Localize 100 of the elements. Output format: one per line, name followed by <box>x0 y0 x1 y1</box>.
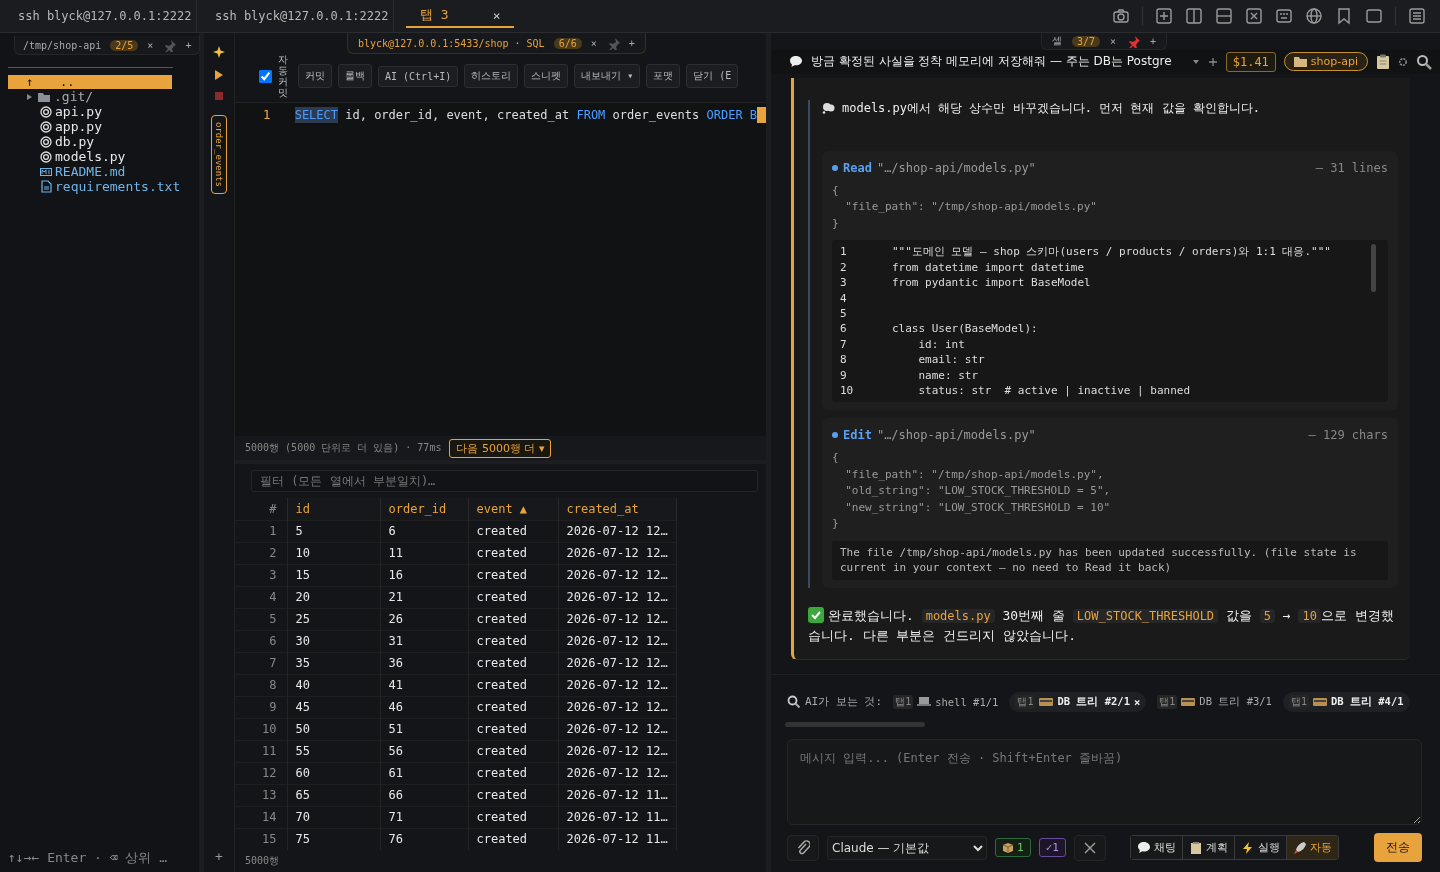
cell-tab[interactable]: 셀 3/7 × + <box>1041 33 1168 50</box>
column-header[interactable]: created_at <box>558 498 676 520</box>
side-tab[interactable]: order_events <box>211 115 227 195</box>
new-pane-icon[interactable] <box>1155 7 1173 25</box>
toolbar-button[interactable]: 닫기 (E <box>686 64 739 88</box>
table-cell: 2026-07-12 12… <box>558 674 676 696</box>
path-tab[interactable]: /tmp/shop-api 2/5 × + <box>14 36 201 55</box>
file-item[interactable]: README.md <box>0 164 199 179</box>
globe-icon[interactable] <box>1305 7 1323 25</box>
check-icon <box>808 606 824 623</box>
message-field[interactable]: 메시지 입력... (Enter 전송 · Shift+Enter 줄바꿈) <box>787 738 1422 825</box>
row-number: 1 <box>235 520 287 542</box>
context-chip[interactable]: 탭1 DB 트리 #3/1 <box>1151 691 1278 712</box>
project-button[interactable]: shop-api <box>1283 52 1368 72</box>
text-cursor <box>757 107 766 123</box>
bookmark-icon[interactable] <box>1335 7 1353 25</box>
folder-item[interactable]: .git/ <box>0 89 199 104</box>
model-select[interactable]: Claude — 기본값 <box>827 835 987 860</box>
toolbar-button[interactable]: 포맷 <box>646 64 681 88</box>
toolbar-button[interactable]: 스니펫 <box>524 64 569 88</box>
count-badge[interactable]: ✓1 <box>1038 838 1066 857</box>
column-header[interactable]: # <box>235 498 287 520</box>
toolbar-button[interactable]: 롤백 <box>338 64 372 88</box>
parent-folder-row[interactable]: ↑ .. <box>8 75 172 89</box>
keyboard-hint: ↑↓→← Enter · ⌫ 상위 … <box>7 849 169 867</box>
context-chip[interactable]: 탭1 shell #1/1 <box>887 691 1005 712</box>
close-pane-icon[interactable] <box>1245 7 1263 25</box>
mode-button[interactable]: 채팅 <box>1130 836 1183 859</box>
column-header[interactable]: order_id <box>380 498 468 520</box>
tools-off-button[interactable] <box>1073 834 1106 861</box>
table-cell: 36 <box>380 652 468 674</box>
toolbar-button[interactable]: AI (Ctrl+I) <box>378 65 459 87</box>
add-icon[interactable]: + <box>185 39 192 51</box>
scrollbar-thumb[interactable] <box>785 722 925 727</box>
connection-tab[interactable]: blyck@127.0.0.1:5433/shop · SQL 6/6 × + <box>347 33 646 54</box>
add-icon[interactable]: + <box>1150 35 1157 47</box>
file-item[interactable]: models.py <box>0 149 199 164</box>
table-cell: 30 <box>287 630 380 652</box>
message-text: 완료했습니다. models.py 30번째 줄 LOW_STOCK_THRESHOLD 값을 5 → 10 으로 변경했습니다. 다른 부분은 건드리지 않았습니다. <box>808 605 1395 645</box>
context-chip[interactable]: 탭1 DB 트리 #4/1 <box>1282 691 1410 712</box>
send-button[interactable]: 전송 <box>1374 833 1422 862</box>
close-icon[interactable]: × <box>590 37 597 49</box>
toolbar-button[interactable]: 내보내기 ▾ <box>574 64 641 88</box>
code-line: SELECT id, order_id, event, created_at FROM order_events ORDER B <box>294 107 758 123</box>
close-icon[interactable]: × <box>1110 35 1117 47</box>
play-icon[interactable] <box>214 69 224 81</box>
table-cell: 70 <box>287 806 380 828</box>
code-line: name: str <box>917 367 979 383</box>
table-cell: 2026-07-12 11… <box>558 784 676 806</box>
toolbar-button[interactable]: 커밋 <box>298 64 332 88</box>
attach-button[interactable] <box>787 834 819 861</box>
laptop-icon <box>917 696 932 707</box>
file-item[interactable]: requirements.txt <box>0 179 199 194</box>
column-header[interactable]: event ▲ <box>468 498 558 520</box>
line-number: 3 <box>840 275 848 291</box>
mode-button[interactable]: 자동 <box>1286 836 1338 859</box>
add-button[interactable]: + <box>215 849 223 864</box>
table-cell: 31 <box>380 630 468 652</box>
line-number: 9 <box>840 367 848 383</box>
autocommit-label: 자동커밋 <box>278 54 288 98</box>
keyboard-icon[interactable] <box>1275 7 1293 25</box>
filter-field[interactable]: 필터 (모든 열에서 부분일치)… <box>251 470 758 492</box>
count-badge[interactable]: 1 <box>995 838 1031 857</box>
window-icon[interactable] <box>1365 7 1383 25</box>
table-cell: created <box>468 806 558 828</box>
code-line: from datetime import datetime <box>892 259 1085 276</box>
split-horizontal-icon[interactable] <box>1215 7 1233 25</box>
caret-icon[interactable] <box>24 91 34 102</box>
column-header[interactable]: id <box>287 498 380 520</box>
search-icon[interactable] <box>1416 53 1432 70</box>
split-vertical-icon[interactable] <box>1185 7 1203 25</box>
tab[interactable]: 탭 3 × <box>406 4 515 28</box>
lightning-icon <box>1240 840 1255 855</box>
add-icon[interactable] <box>1207 56 1218 67</box>
sql-editor[interactable]: 1 SELECT id, order_id, event, created_at FROM order_events ORDER B <box>235 102 766 436</box>
tab[interactable]: ssh blyck@127.0.0.1:2222 <box>0 0 197 32</box>
clipboard-icon[interactable] <box>1376 53 1390 70</box>
context-chip[interactable]: 탭1 DB 트리 #2/1 × <box>1009 691 1147 712</box>
line-number: 4 <box>840 290 848 306</box>
close-icon[interactable]: × <box>1134 695 1141 708</box>
file-item[interactable]: db.py <box>0 134 199 149</box>
load-more-button[interactable]: 다음 5000행 더 ▾ <box>449 438 552 458</box>
drawer-icon <box>1181 696 1196 707</box>
tool-name: Read <box>843 160 872 175</box>
tab[interactable]: ssh blyck@127.0.0.1:2222 <box>197 0 394 32</box>
table-cell: 56 <box>380 740 468 762</box>
close-icon[interactable]: × <box>147 39 154 51</box>
menu-icon[interactable] <box>1408 7 1426 25</box>
caret-icon[interactable] <box>1191 58 1200 65</box>
toolbar-button[interactable]: 히스토리 <box>464 64 519 88</box>
sparkle-icon[interactable] <box>212 45 226 59</box>
row-number: 2 <box>235 542 287 564</box>
camera-icon[interactable] <box>1112 7 1130 25</box>
close-icon[interactable]: × <box>492 7 501 23</box>
file-item[interactable]: app.py <box>0 119 199 134</box>
add-icon[interactable]: + <box>628 37 635 49</box>
scrollbar-thumb[interactable] <box>1371 244 1376 293</box>
file-item[interactable]: api.py <box>0 104 199 119</box>
box-icon <box>1002 841 1014 854</box>
autocommit-checkbox[interactable] <box>259 69 272 83</box>
